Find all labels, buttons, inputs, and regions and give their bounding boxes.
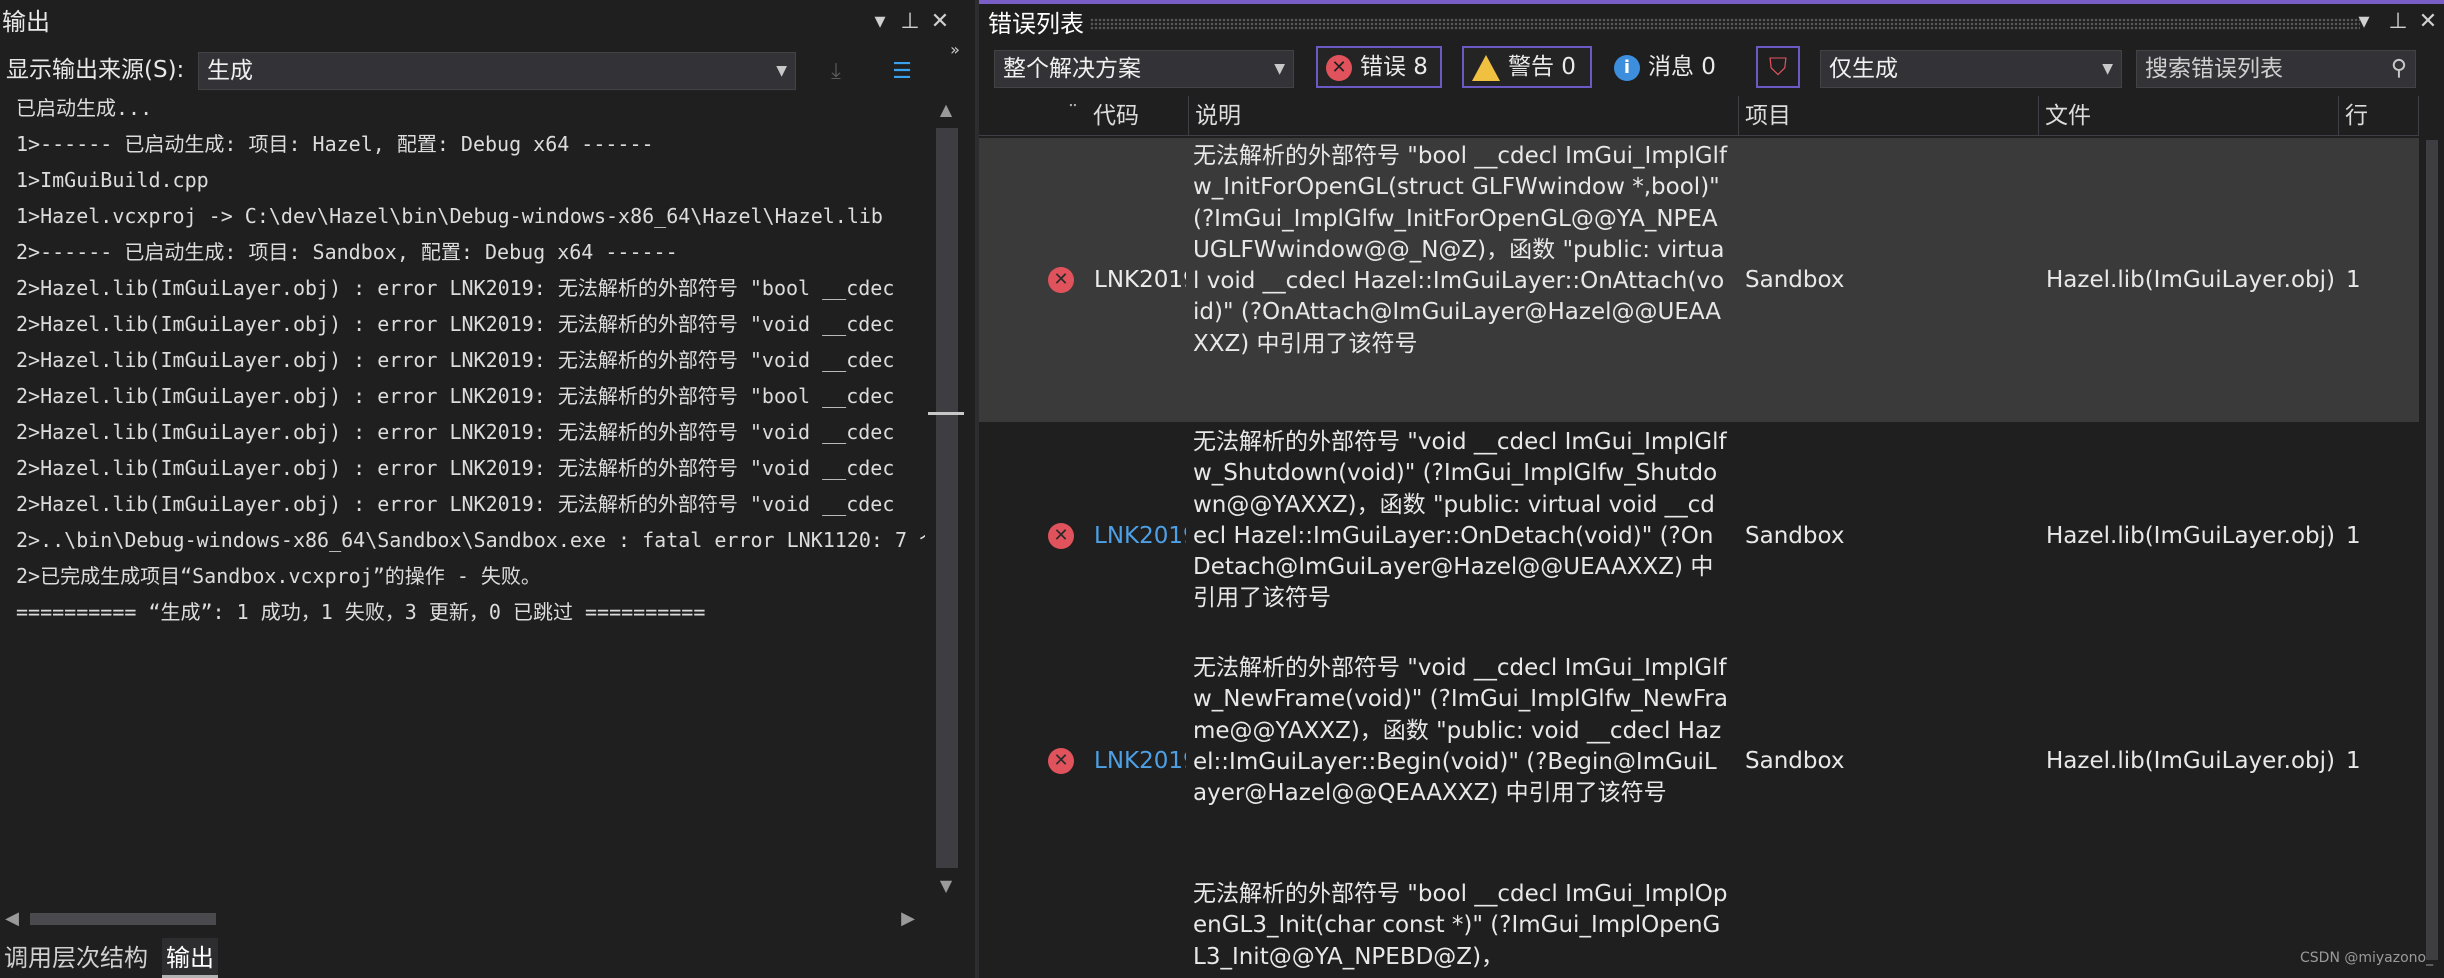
- output-line: 1>Hazel.vcxproj -> C:\dev\Hazel\bin\Debu…: [16, 204, 883, 228]
- column-header-file[interactable]: 文件: [2039, 96, 2339, 136]
- error-icon: ✕: [1048, 267, 1074, 293]
- error-project: Sandbox: [1745, 267, 1845, 293]
- chevron-down-icon: ▼: [1274, 61, 1285, 77]
- output-line: 已启动生成...: [16, 96, 153, 120]
- error-code: LNK2019: [1094, 267, 1186, 293]
- warnings-filter-button[interactable]: 警告 0: [1462, 46, 1592, 88]
- error-project: Sandbox: [1745, 523, 1845, 549]
- errors-filter-button[interactable]: ✕ 错误 8: [1316, 46, 1442, 88]
- drag-grip[interactable]: [1090, 18, 2360, 30]
- output-line: 2>Hazel.lib(ImGuiLayer.obj) : error LNK2…: [16, 492, 895, 516]
- error-file: Hazel.lib(ImGuiLayer.obj): [2046, 748, 2336, 774]
- output-horizontal-scroll-thumb[interactable]: [30, 913, 216, 925]
- output-line: 2>..\bin\Debug-windows-x86_64\Sandbox\Sa…: [16, 528, 925, 552]
- scope-value: 整个解决方案: [1003, 56, 1141, 82]
- output-line: 2>已完成生成项目“Sandbox.vcxproj”的操作 - 失败。: [16, 564, 541, 588]
- output-line: ========== “生成”: 1 成功，1 失败，3 更新，0 已跳过 ==…: [16, 600, 706, 624]
- error-file: Hazel.lib(ImGuiLayer.obj): [2046, 523, 2336, 549]
- output-line: 1>ImGuiBuild.cpp: [16, 168, 209, 192]
- search-error-list-input[interactable]: 搜索错误列表 ⚲: [2136, 50, 2416, 88]
- output-line: 2>Hazel.lib(ImGuiLayer.obj) : error LNK2…: [16, 348, 895, 372]
- output-line: 2>Hazel.lib(ImGuiLayer.obj) : error LNK2…: [16, 276, 895, 300]
- watermark: CSDN @miyazono_: [2300, 950, 2434, 966]
- output-line: 2>------ 已启动生成: 项目: Sandbox, 配置: Debug x…: [16, 240, 678, 264]
- close-icon[interactable]: ✕: [2414, 8, 2442, 36]
- output-pane-title: 输出: [2, 8, 50, 36]
- error-description: 无法解析的外部符号 "bool __cdecl ImGui_ImplOpenGL…: [1193, 881, 1728, 970]
- column-header-code[interactable]: 代码: [1087, 96, 1189, 136]
- errors-count-label: 错误 8: [1360, 54, 1428, 80]
- output-line: 2>Hazel.lib(ImGuiLayer.obj) : error LNK2…: [16, 384, 895, 408]
- overflow-chevron-icon[interactable]: »: [940, 40, 970, 60]
- scope-select[interactable]: 整个解决方案 ▼: [994, 50, 1294, 88]
- error-description: 无法解析的外部符号 "bool __cdecl ImGui_ImplGlfw_I…: [1193, 143, 1728, 357]
- error-icon: ✕: [1048, 523, 1074, 549]
- error-code-link[interactable]: LNK2019: [1094, 746, 1186, 777]
- error-file: Hazel.lib(ImGuiLayer.obj): [2046, 267, 2336, 293]
- error-description: 无法解析的外部符号 "void __cdecl ImGui_ImplGlfw_S…: [1193, 429, 1727, 612]
- column-chooser-icon[interactable]: ⠉: [1060, 96, 1086, 136]
- info-icon: i: [1614, 54, 1640, 81]
- dropdown-arrow-icon[interactable]: ▾: [2350, 8, 2378, 36]
- error-list-title: 错误列表: [988, 10, 1084, 38]
- pin-icon[interactable]: ⊥: [2384, 8, 2412, 36]
- error-project: Sandbox: [1745, 748, 1845, 774]
- build-filter-icon[interactable]: ⛉: [1756, 46, 1800, 88]
- output-source-label: 显示输出来源(S):: [6, 57, 185, 83]
- chevron-down-icon: ▼: [776, 63, 787, 79]
- tab-output[interactable]: 输出: [162, 938, 218, 978]
- error-icon: ✕: [1326, 54, 1352, 81]
- error-icon: ✕: [1048, 748, 1074, 774]
- scroll-down-icon[interactable]: ▼: [928, 872, 964, 900]
- error-description: 无法解析的外部符号 "void __cdecl ImGui_ImplGlfw_N…: [1193, 655, 1728, 807]
- scroll-right-icon[interactable]: ▶: [896, 904, 920, 934]
- output-line: 2>Hazel.lib(ImGuiLayer.obj) : error LNK2…: [16, 456, 895, 480]
- output-text-area[interactable]: 已启动生成... 1>------ 已启动生成: 项目: Hazel, 配置: …: [0, 90, 925, 890]
- active-pane-accent: [979, 0, 2444, 4]
- warning-icon: [1472, 54, 1500, 81]
- output-vertical-scroll-thumb[interactable]: [936, 128, 958, 868]
- scroll-left-icon[interactable]: ◀: [0, 904, 24, 934]
- column-header-project[interactable]: 项目: [1739, 96, 2039, 136]
- tab-call-hierarchy[interactable]: 调用层次结构: [0, 938, 152, 978]
- output-source-value: 生成: [207, 58, 253, 84]
- error-line: 1: [2346, 523, 2361, 549]
- clear-output-icon[interactable]: ⤓: [818, 54, 854, 90]
- error-code-link[interactable]: LNK2019: [1094, 521, 1186, 552]
- error-list-scroll-thumb[interactable]: [2426, 140, 2438, 960]
- error-line: 1: [2346, 748, 2361, 774]
- word-wrap-icon[interactable]: ☰: [884, 54, 920, 90]
- scroll-position-marker: [928, 412, 964, 415]
- scroll-up-icon[interactable]: ▲: [928, 96, 964, 124]
- output-line: 2>Hazel.lib(ImGuiLayer.obj) : error LNK2…: [16, 420, 895, 444]
- messages-count-label: 消息 0: [1648, 54, 1716, 80]
- column-header-description[interactable]: 说明: [1189, 96, 1739, 136]
- pin-icon[interactable]: ⊥: [896, 8, 924, 36]
- build-filter-value: 仅生成: [1829, 56, 1898, 82]
- messages-filter-button[interactable]: i 消息 0: [1614, 46, 1736, 88]
- build-filter-select[interactable]: 仅生成 ▼: [1820, 50, 2122, 88]
- warnings-count-label: 警告 0: [1508, 54, 1576, 80]
- output-line: 1>------ 已启动生成: 项目: Hazel, 配置: Debug x64…: [16, 132, 654, 156]
- error-line: 1: [2346, 267, 2361, 293]
- dropdown-arrow-icon[interactable]: ▾: [866, 8, 894, 36]
- chevron-down-icon: ▼: [2102, 61, 2113, 77]
- close-icon[interactable]: ✕: [926, 8, 954, 36]
- output-line: 2>Hazel.lib(ImGuiLayer.obj) : error LNK2…: [16, 312, 895, 336]
- search-icon: ⚲: [2390, 56, 2407, 81]
- output-source-select[interactable]: 生成 ▼: [198, 52, 796, 90]
- column-header-line[interactable]: 行: [2339, 96, 2419, 136]
- search-placeholder: 搜索错误列表: [2145, 56, 2283, 82]
